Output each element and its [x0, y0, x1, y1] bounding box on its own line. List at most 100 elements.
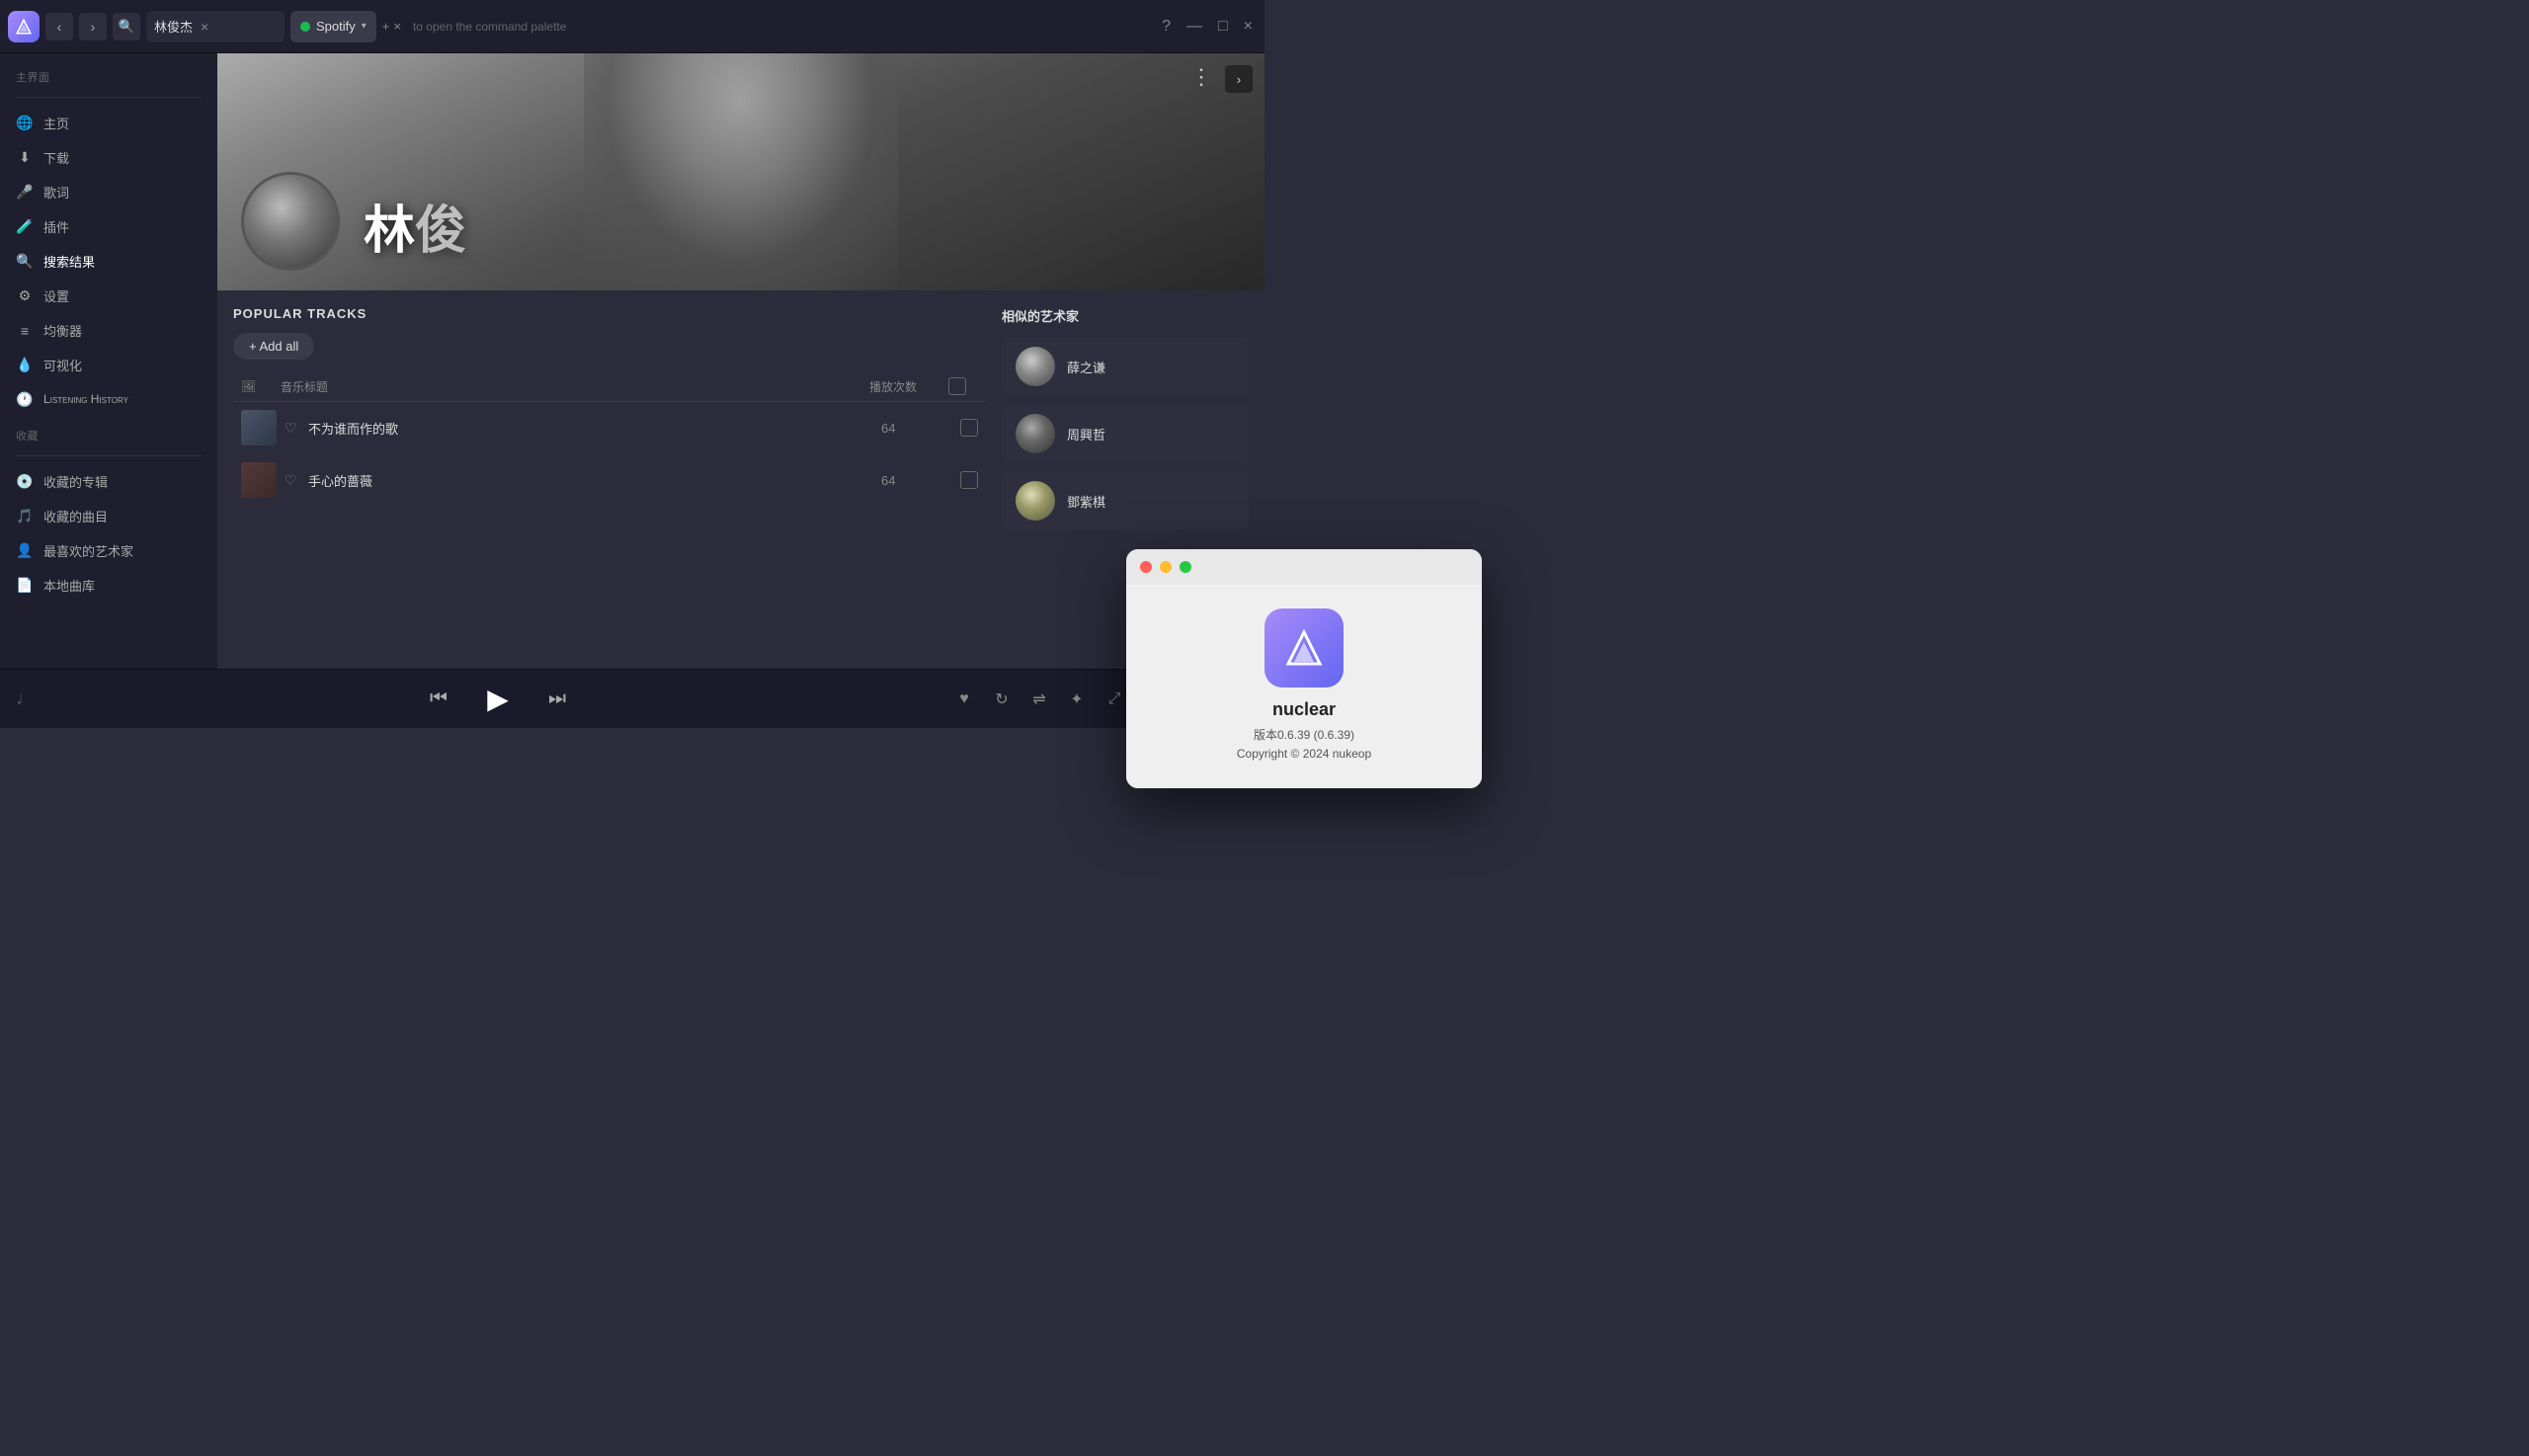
back-button[interactable]: ‹	[45, 13, 73, 40]
shuffle-button[interactable]: ⇌	[1025, 686, 1053, 713]
app-logo	[8, 11, 40, 42]
similar-artist-card-2[interactable]: 周興哲	[1002, 404, 1249, 463]
sidebar-item-settings[interactable]: ⚙ 设置	[0, 279, 217, 313]
track-heart-button-2[interactable]: ♡	[281, 470, 300, 490]
sidebar-tracks-label: 收藏的曲目	[43, 507, 108, 526]
command-hint: to open the command palette	[413, 20, 566, 34]
help-button[interactable]: ?	[1158, 14, 1175, 40]
header-checkbox[interactable]	[948, 377, 966, 395]
tracks-icon: 🎵	[16, 508, 34, 526]
close-button[interactable]: ×	[1240, 14, 1257, 40]
artist-avatar-inner	[244, 175, 337, 268]
titlebar: ‹ › 🔍 林俊杰 × Spotify ▾ + × to open the co…	[0, 0, 1264, 53]
current-tab[interactable]: 林俊杰 ×	[146, 11, 285, 42]
about-dialog[interactable]: nuclear 版本0.6.39 (0.6.39) Copyright © 20…	[1126, 549, 1482, 788]
expand-button[interactable]: ⤢	[1101, 686, 1128, 713]
sidebar-item-local[interactable]: 📄 本地曲库	[0, 568, 217, 603]
forward-button[interactable]: ›	[79, 13, 107, 40]
collapse-button[interactable]: ›	[1225, 65, 1253, 93]
table-row[interactable]: ♡ 不为谁而作的歌 64	[233, 402, 986, 454]
history-icon: 🕐	[16, 390, 34, 408]
content-area: 林俊 › ⋮ POPULAR TRACKS + Add all 🖼 音乐标题 播…	[217, 53, 1264, 669]
sidebar-item-plugins[interactable]: 🧪 插件	[0, 209, 217, 244]
track-plays-2: 64	[881, 473, 960, 488]
similar-artist-card-3[interactable]: 鄧紫棋	[1002, 471, 1249, 530]
more-options-button[interactable]: ⋮	[1187, 63, 1215, 91]
sidebar-item-history[interactable]: 🕐 Listening History	[0, 382, 217, 416]
spotify-tab[interactable]: Spotify ▾	[290, 11, 376, 42]
now-playing-icon: ♩	[16, 688, 45, 710]
similar-artists-label: 相似的艺术家	[1002, 306, 1249, 325]
traffic-light-maximize[interactable]	[1180, 561, 1191, 573]
window-controls: ? — □ ×	[1158, 14, 1257, 40]
sidebar-item-search[interactable]: 🔍 搜索结果	[0, 244, 217, 279]
new-tab-close[interactable]: ×	[393, 19, 401, 34]
repeat-button[interactable]: ↻	[988, 686, 1016, 713]
new-tab-area: + × to open the command palette	[382, 19, 567, 34]
sidebar-item-albums[interactable]: 💿 收藏的专辑	[0, 464, 217, 499]
sidebar-settings-label: 设置	[43, 286, 69, 305]
chevron-down-icon: ▾	[362, 21, 367, 32]
sidebar-equalizer-label: 均衡器	[43, 321, 82, 340]
visualizer-icon: 💧	[16, 357, 34, 374]
track-checkbox-1[interactable]	[960, 419, 978, 437]
track-checkbox-2[interactable]	[960, 471, 978, 489]
similar-artist-avatar-2	[1016, 414, 1055, 453]
search-button[interactable]: 🔍	[113, 13, 140, 40]
sidebar-item-lyrics[interactable]: 🎤 歌词	[0, 175, 217, 209]
add-all-button[interactable]: + Add all	[233, 333, 314, 360]
effects-button[interactable]: ✦	[1063, 686, 1091, 713]
tab-close-button[interactable]: ×	[199, 19, 210, 35]
track-title-1: 不为谁而作的歌	[308, 419, 881, 438]
about-app-icon	[1264, 608, 1344, 688]
sidebar-artists-label: 最喜欢的艺术家	[43, 541, 133, 560]
tracks-section: POPULAR TRACKS + Add all 🖼 音乐标题 播放次数	[233, 306, 986, 653]
sidebar-item-download[interactable]: ⬇ 下载	[0, 140, 217, 175]
content-lower: POPULAR TRACKS + Add all 🖼 音乐标题 播放次数	[217, 290, 1264, 669]
about-app-name: nuclear	[1272, 699, 1336, 720]
artist-name: 林俊	[364, 189, 466, 263]
about-version: 版本0.6.39 (0.6.39)	[1254, 726, 1354, 743]
table-row[interactable]: ♡ 手心的蔷薇 64	[233, 454, 986, 507]
sidebar-search-label: 搜索结果	[43, 252, 95, 271]
traffic-light-close[interactable]	[1140, 561, 1152, 573]
similar-artist-avatar-3	[1016, 481, 1055, 521]
tab-title: 林俊杰	[154, 17, 193, 36]
next-button[interactable]: ⏭	[541, 684, 573, 715]
minimize-button[interactable]: —	[1183, 14, 1206, 40]
sidebar-item-artists[interactable]: 👤 最喜欢的艺术家	[0, 533, 217, 568]
sidebar-history-label: Listening History	[43, 392, 128, 406]
artist-avatar	[241, 172, 340, 271]
previous-button[interactable]: ⏮	[423, 684, 454, 715]
sidebar-collection-label: 收藏	[0, 416, 217, 451]
sidebar-albums-label: 收藏的专辑	[43, 472, 108, 491]
sidebar-item-home[interactable]: 🌐 主页	[0, 106, 217, 140]
sidebar-item-equalizer[interactable]: ≡ 均衡器	[0, 313, 217, 348]
similar-artist-name-3: 鄧紫棋	[1067, 492, 1105, 511]
equalizer-icon: ≡	[16, 322, 34, 340]
sidebar-download-label: 下载	[43, 148, 69, 167]
about-dialog-body: nuclear 版本0.6.39 (0.6.39) Copyright © 20…	[1126, 585, 1482, 788]
play-button[interactable]: ▶	[478, 680, 518, 719]
settings-icon: ⚙	[16, 287, 34, 305]
track-thumbnail-col	[241, 410, 281, 445]
about-dialog-titlebar	[1126, 549, 1482, 585]
new-tab-icons[interactable]: +	[382, 19, 390, 34]
hero-face-highlight	[584, 53, 898, 290]
sidebar-divider-1	[16, 97, 202, 98]
sidebar-item-visualizer[interactable]: 💧 可视化	[0, 348, 217, 382]
sidebar-lyrics-label: 歌词	[43, 183, 69, 202]
spotify-indicator	[300, 22, 310, 32]
search-results-icon: 🔍	[16, 253, 34, 271]
sidebar: 主界面 🌐 主页 ⬇ 下载 🎤 歌词 🧪 插件 🔍 搜索结果 ⚙ 设置 ≡ 均衡…	[0, 53, 217, 669]
similar-artist-avatar-1	[1016, 347, 1055, 386]
favorite-button[interactable]: ♥	[950, 686, 978, 713]
download-icon: ⬇	[16, 149, 34, 167]
track-heart-button-1[interactable]: ♡	[281, 418, 300, 438]
sidebar-plugins-label: 插件	[43, 217, 69, 236]
similar-artist-card-1[interactable]: 薛之谦	[1002, 337, 1249, 396]
sidebar-item-tracks[interactable]: 🎵 收藏的曲目	[0, 499, 217, 533]
maximize-button[interactable]: □	[1214, 14, 1232, 40]
main-layout: 主界面 🌐 主页 ⬇ 下载 🎤 歌词 🧪 插件 🔍 搜索结果 ⚙ 设置 ≡ 均衡…	[0, 53, 1264, 669]
traffic-light-minimize[interactable]	[1160, 561, 1172, 573]
